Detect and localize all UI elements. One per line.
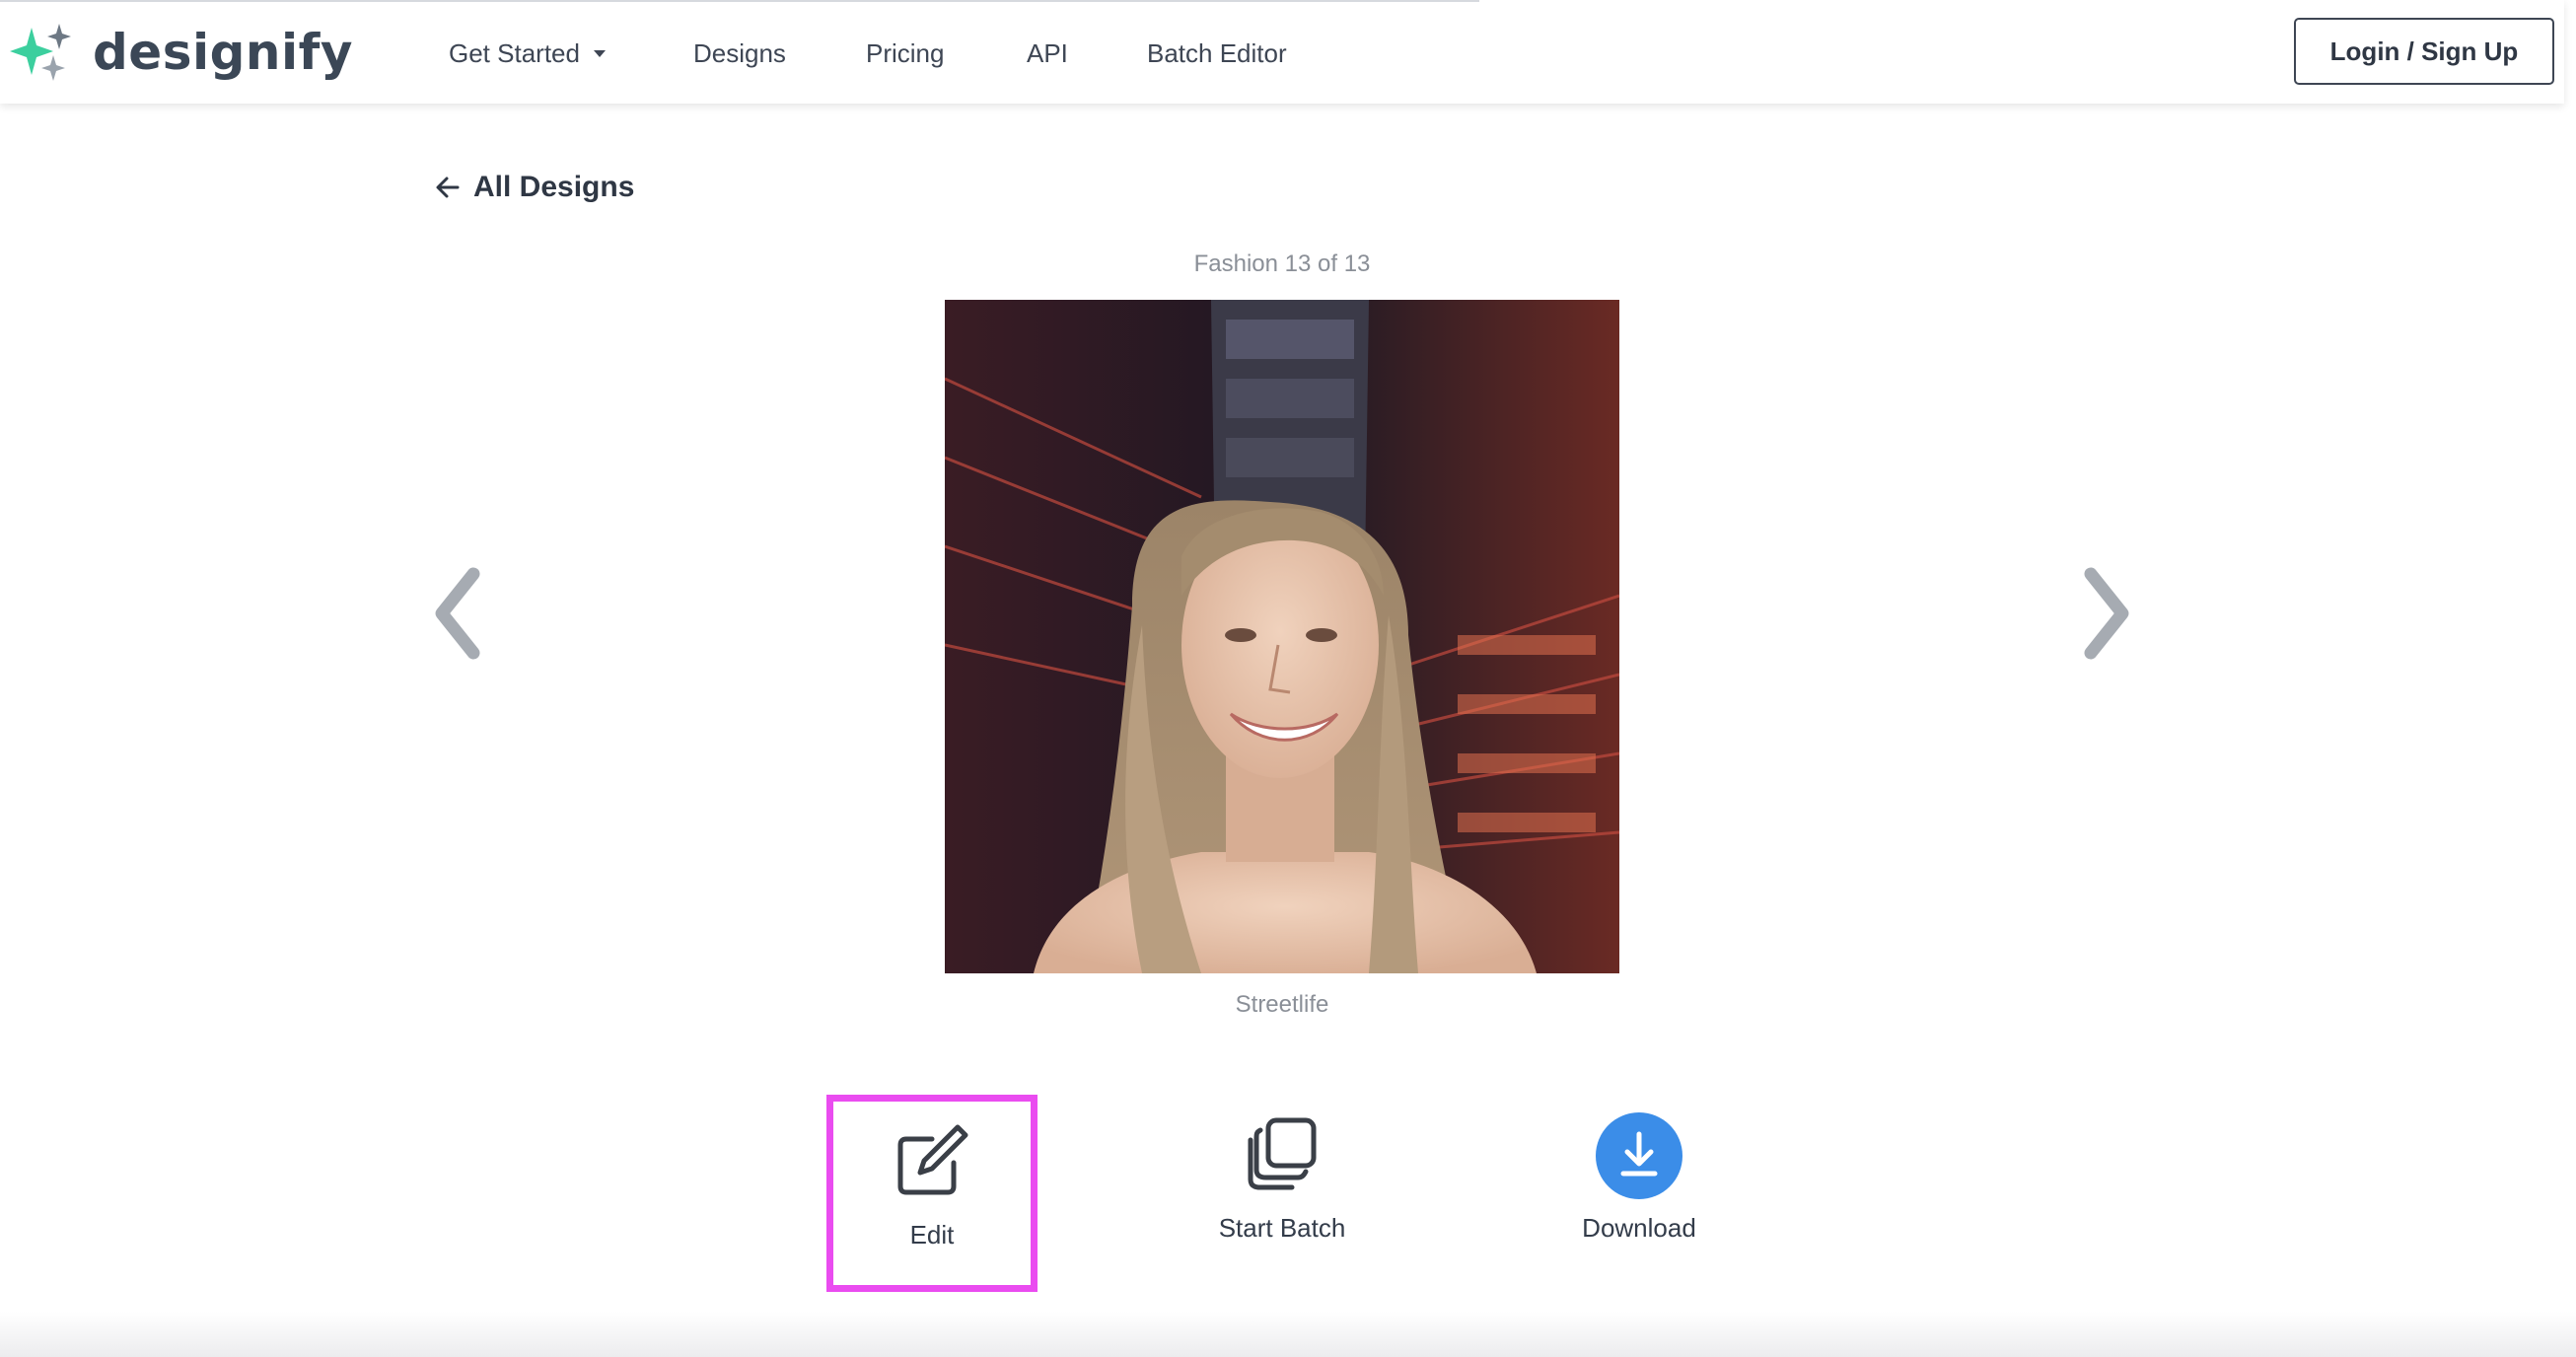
edit-icon <box>897 1124 968 1195</box>
start-batch-button[interactable]: Start Batch <box>1177 1095 1388 1292</box>
nav-api[interactable]: API <box>1027 32 1068 75</box>
arrow-left-icon <box>436 177 460 198</box>
stack-icon <box>1248 1117 1317 1190</box>
design-preview-image <box>945 300 1619 973</box>
top-navbar: designify Get Started Designs Pricing AP… <box>0 0 2564 104</box>
edit-label: Edit <box>909 1220 955 1250</box>
caret-down-icon <box>593 49 606 57</box>
nav-batch-editor[interactable]: Batch Editor <box>1147 32 1287 75</box>
nav-pricing[interactable]: Pricing <box>866 32 944 75</box>
download-icon <box>1596 1112 1682 1199</box>
designify-logo[interactable]: designify <box>8 22 353 83</box>
top-divider <box>0 0 1479 2</box>
back-to-all-designs-link[interactable]: All Designs <box>434 166 634 209</box>
nav-get-started-label: Get Started <box>449 38 580 68</box>
start-batch-label: Start Batch <box>1218 1213 1346 1243</box>
chevron-right-icon <box>2084 567 2129 660</box>
nav-get-started[interactable]: Get Started <box>449 32 606 75</box>
next-design-button[interactable] <box>2071 564 2140 663</box>
nav-designs[interactable]: Designs <box>693 32 786 75</box>
login-signup-button[interactable]: Login / Sign Up <box>2294 18 2554 85</box>
sparkle-logo-icon <box>10 24 71 81</box>
brand-name: designify <box>93 24 353 81</box>
download-button[interactable]: Download <box>1534 1095 1745 1292</box>
chevron-left-icon <box>435 567 480 660</box>
page-bottom-fade <box>0 1312 2576 1357</box>
back-link-label: All Designs <box>473 171 635 203</box>
edit-button[interactable]: Edit <box>826 1095 1038 1292</box>
previous-design-button[interactable] <box>424 564 493 663</box>
design-name: Streetlife <box>1235 991 1329 1018</box>
download-label: Download <box>1582 1213 1696 1243</box>
streetlife-design-illustration <box>945 300 1619 973</box>
design-counter: Fashion 13 of 13 <box>1193 250 1371 277</box>
